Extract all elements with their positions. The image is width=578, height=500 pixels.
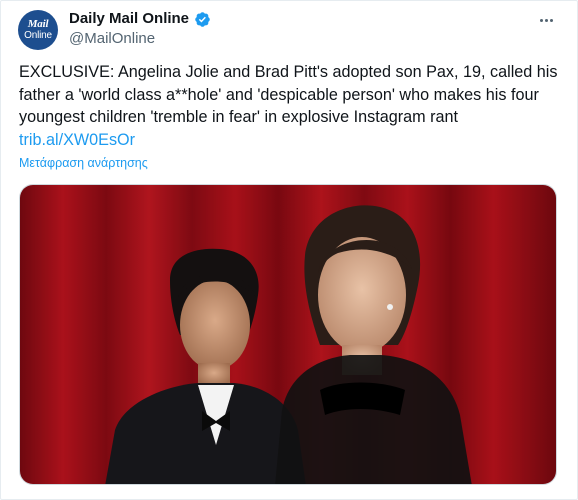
tweet-link[interactable]: trib.al/XW0EsOr xyxy=(19,131,135,149)
tweet-photo[interactable] xyxy=(19,184,557,485)
avatar[interactable]: Mail Online xyxy=(18,10,58,50)
verified-badge-icon xyxy=(195,11,210,27)
tweet-body: EXCLUSIVE: Angelina Jolie and Brad Pitt'… xyxy=(19,63,558,126)
display-name[interactable]: Daily Mail Online xyxy=(69,9,189,29)
user-handle[interactable]: @MailOnline xyxy=(69,29,155,49)
tweet-card: Mail Online Daily Mail Online @MailOnlin… xyxy=(0,0,578,500)
avatar-text-mail: Mail xyxy=(27,18,49,30)
red-carpet-photo xyxy=(20,185,556,484)
avatar-text-online: Online xyxy=(24,30,52,41)
name-row: Daily Mail Online xyxy=(69,9,211,29)
translate-post-link[interactable]: Μετάφραση ανάρτησης xyxy=(19,154,148,172)
more-options-icon[interactable] xyxy=(535,11,557,29)
tweet-text: EXCLUSIVE: Angelina Jolie and Brad Pitt'… xyxy=(19,61,564,151)
